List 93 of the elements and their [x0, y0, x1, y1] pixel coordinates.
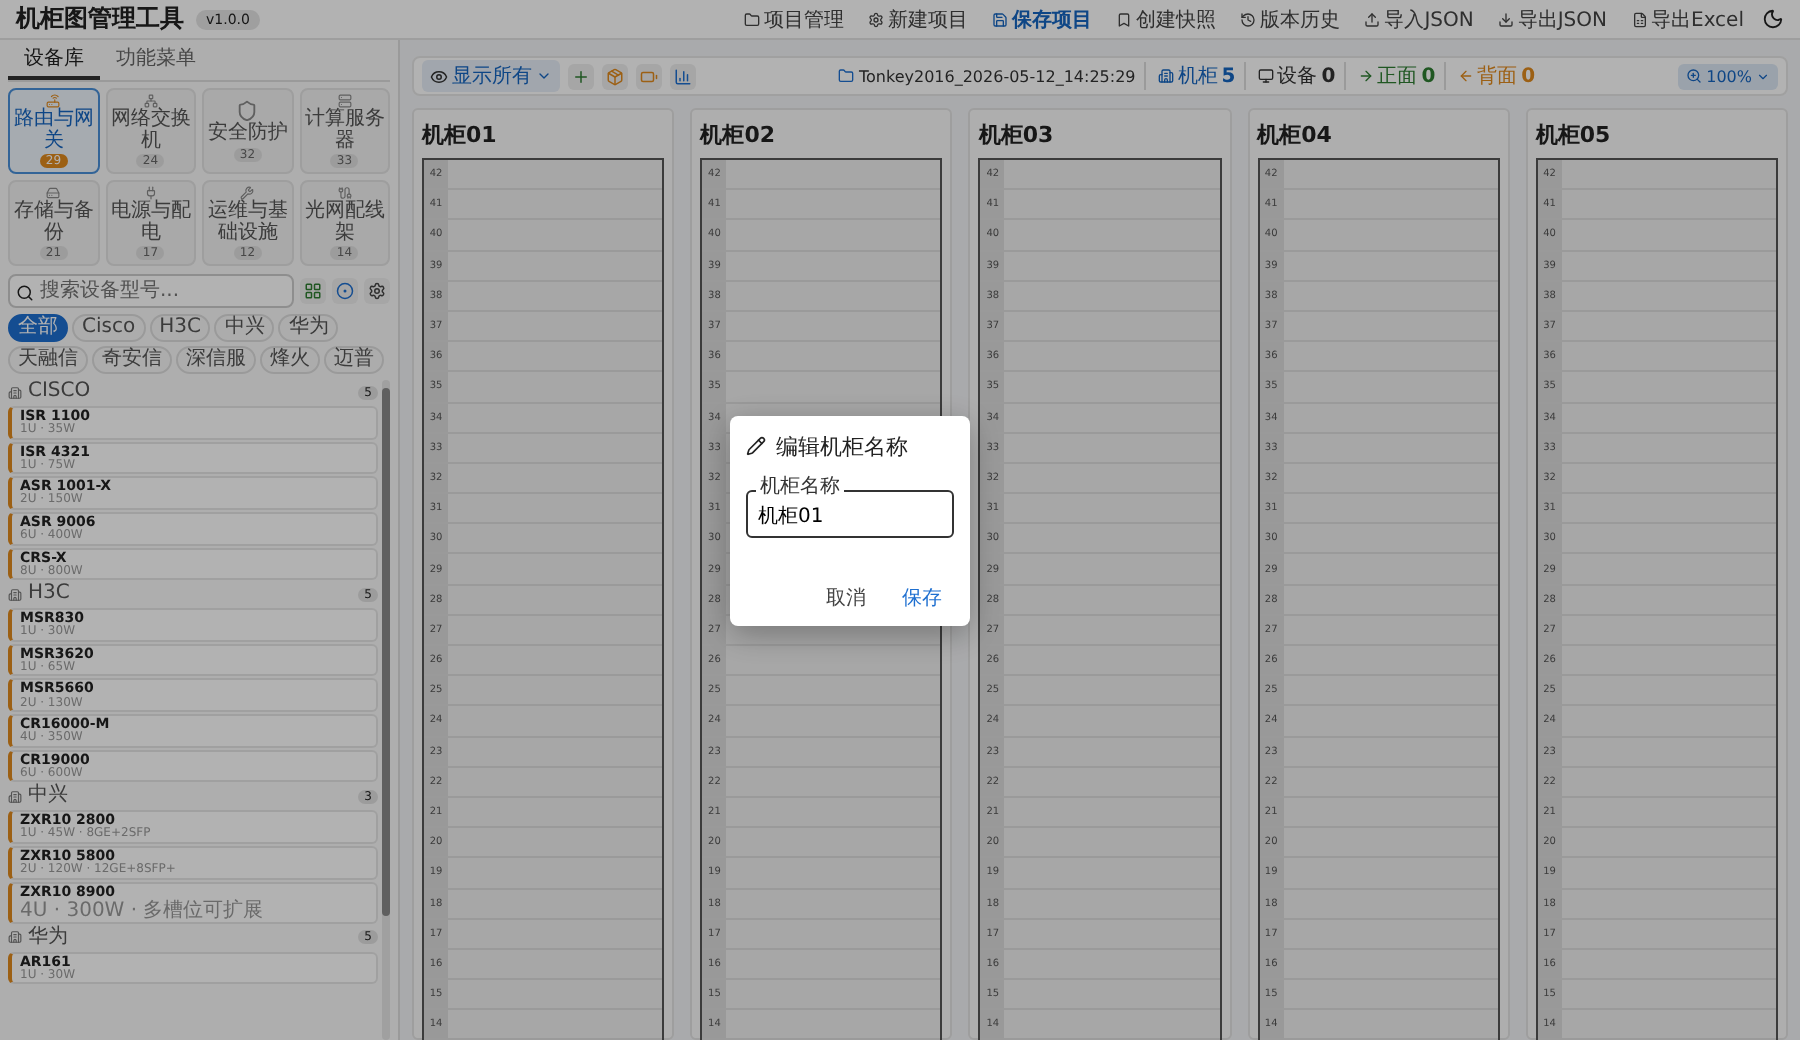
building-icon — [8, 587, 22, 602]
header-action[interactable]: 保存项目 — [986, 5, 1099, 33]
category-label: 安全防护 — [207, 124, 288, 146]
group-name: CISCO — [28, 382, 91, 402]
caret-icon — [1756, 69, 1770, 83]
monitor-icon — [1257, 68, 1274, 84]
header-action[interactable]: 导出Excel — [1625, 5, 1750, 33]
rack-name[interactable]: 机柜01 — [422, 110, 665, 158]
sidebar-tab[interactable]: 设备库 — [8, 40, 100, 80]
category-label: 网络交换机 — [109, 110, 192, 152]
gear-icon — [868, 11, 885, 27]
rack-name[interactable]: 机柜05 — [1535, 110, 1779, 158]
brand-filter-chip[interactable]: 全部 — [8, 314, 68, 342]
stat-counter: 机柜 5 — [1143, 62, 1236, 90]
header-action[interactable]: 创建快照 — [1110, 5, 1223, 33]
app-title: 机柜图管理工具 — [16, 2, 184, 36]
save-icon — [992, 11, 1009, 27]
sidebar-tab[interactable]: 功能菜单 — [100, 40, 212, 80]
folder-icon — [744, 11, 761, 27]
brand-filter-chip[interactable]: 华为 — [278, 314, 339, 342]
header-action[interactable]: 导出JSON — [1491, 5, 1613, 33]
spreadsheet-icon — [1631, 11, 1647, 27]
battery-icon — [640, 67, 658, 85]
package-button[interactable] — [602, 63, 628, 89]
group-name: 中兴 — [28, 786, 68, 807]
arrow-left-icon — [1457, 68, 1474, 84]
stat-counter: 正面 0 — [1343, 62, 1436, 90]
device-spec: 4U · 300W · 多槽位可扩展 — [20, 899, 266, 922]
search-field[interactable]: 搜索设备型号... — [8, 274, 294, 308]
category-label: 光网配线架 — [303, 202, 386, 244]
download-icon — [1497, 11, 1514, 27]
brand-filter-chip[interactable]: 奇安信 — [92, 346, 172, 374]
brand-filter-chip[interactable]: H3C — [149, 314, 211, 342]
category-label: 存储与备份 — [12, 202, 95, 244]
building-icon — [8, 930, 22, 945]
caret-icon — [536, 68, 552, 84]
search-icon — [16, 284, 34, 302]
cable-icon — [333, 186, 356, 200]
history-icon — [1240, 11, 1257, 27]
brand-filter-chip[interactable]: 天融信 — [8, 346, 88, 374]
wrench-icon — [236, 186, 259, 200]
category-label: 电源与配电 — [109, 202, 192, 244]
bookmark-icon — [1116, 11, 1133, 27]
group-name: 华为 — [28, 927, 68, 948]
eye-icon — [430, 67, 448, 85]
stat-counter: 设备 0 — [1243, 62, 1336, 90]
chart-button[interactable] — [670, 63, 696, 89]
field-label: 机柜名称 — [756, 477, 844, 497]
rack-name[interactable]: 机柜03 — [978, 110, 1222, 158]
upload-icon — [1364, 11, 1381, 27]
rack-name[interactable]: 机柜04 — [1257, 110, 1500, 158]
grid-view-button[interactable] — [300, 278, 326, 304]
cancel-button[interactable]: 取消 — [814, 581, 878, 613]
header-action[interactable]: 版本历史 — [1234, 5, 1347, 33]
project-name: Tonkey2016_2026-05-12_14:25:29 — [838, 67, 1136, 85]
bar-chart-icon — [674, 67, 692, 85]
brand-filter-chip[interactable]: Cisco — [72, 314, 146, 342]
add-button[interactable] — [568, 63, 594, 89]
brand-filter-chip[interactable]: 烽火 — [260, 346, 320, 374]
save-button[interactable]: 保存 — [890, 581, 954, 613]
dialog-title: 编辑机柜名称 — [776, 431, 908, 461]
folder-icon — [838, 68, 855, 84]
theme-toggle-icon[interactable] — [1762, 8, 1784, 30]
category-label: 运维与基础设施 — [206, 202, 289, 244]
brand-filter-chip[interactable]: 迈普 — [324, 346, 384, 374]
server-icon — [333, 94, 356, 108]
toggle-button[interactable] — [332, 278, 358, 304]
arrow-right-icon — [1357, 68, 1374, 84]
stat-counter: 背面 0 — [1443, 62, 1536, 90]
package-icon — [606, 67, 624, 85]
zoom-icon — [1686, 68, 1703, 84]
drive-icon — [42, 186, 65, 200]
view-dropdown[interactable]: 显示所有 — [422, 60, 560, 92]
settings-button[interactable] — [364, 278, 390, 304]
router-icon — [42, 94, 65, 108]
pencil-icon — [746, 436, 766, 456]
battery-button[interactable] — [636, 63, 662, 89]
building-icon — [8, 385, 22, 399]
header-action[interactable]: 项目管理 — [738, 5, 851, 33]
header-action[interactable]: 新建项目 — [862, 5, 975, 33]
network-icon — [139, 94, 162, 108]
building-icon — [8, 789, 22, 804]
category-label: 计算服务器 — [303, 110, 386, 152]
building-icon — [1157, 68, 1174, 84]
group-name: H3C — [28, 584, 70, 605]
plus-icon — [572, 67, 590, 85]
category-label: 路由与网关 — [12, 110, 95, 152]
zoom-dropdown[interactable]: 100% — [1678, 63, 1778, 89]
brand-filter-chip[interactable]: 深信服 — [176, 346, 256, 374]
brand-filter-chip[interactable]: 中兴 — [214, 314, 275, 342]
header-action[interactable]: 导入JSON — [1358, 5, 1480, 33]
shield-icon — [236, 100, 259, 123]
rack-name[interactable]: 机柜02 — [700, 110, 943, 158]
